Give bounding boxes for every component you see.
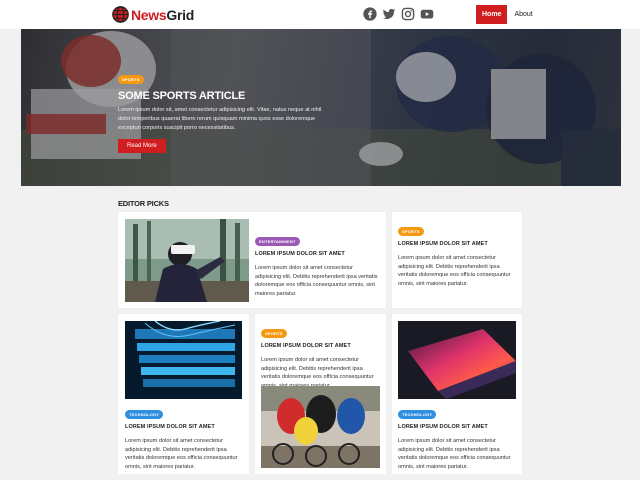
- article-card[interactable]: SPORTS LOREM IPSUM DOLOR SIT AMET Lorem …: [255, 314, 386, 474]
- section-title: EDITOR PICKS: [118, 199, 169, 208]
- article-card[interactable]: SPORTS LOREM IPSUM DOLOR SIT AMET Lorem …: [392, 212, 522, 308]
- article-image: [261, 386, 380, 468]
- card-title[interactable]: LOREM IPSUM DOLOR SIT AMET: [255, 251, 380, 257]
- category-badge[interactable]: ENTERTAINMENT: [255, 237, 300, 246]
- article-image: [125, 219, 249, 302]
- instagram-icon[interactable]: [401, 7, 415, 21]
- category-badge[interactable]: TECHNOLOGY: [398, 410, 437, 419]
- card-excerpt: Lorem ipsum dolor sit amet consectetur a…: [398, 255, 511, 288]
- nav-about-link[interactable]: About: [514, 11, 532, 18]
- article-image: [125, 321, 242, 399]
- category-badge[interactable]: SPORTS: [261, 329, 287, 338]
- brand-name-part2: Grid: [166, 6, 194, 23]
- card-excerpt: Lorem ipsum dolor sit amet consectetur a…: [398, 438, 511, 471]
- article-card[interactable]: TECHNOLOGY LOREM IPSUM DOLOR SIT AMET Lo…: [392, 314, 522, 474]
- nav-home-link[interactable]: Home: [476, 5, 508, 24]
- brand-logo[interactable]: NewsGrid: [112, 5, 194, 24]
- navbar: NewsGrid Home About: [0, 0, 640, 29]
- brand-name: NewsGrid: [131, 7, 194, 23]
- article-card[interactable]: TECHNOLOGY LOREM IPSUM DOLOR SIT AMET Lo…: [118, 314, 249, 474]
- card-excerpt: Lorem ipsum dolor sit amet consectetur a…: [125, 438, 238, 471]
- card-title[interactable]: LOREM IPSUM DOLOR SIT AMET: [261, 343, 381, 349]
- youtube-icon[interactable]: [420, 7, 434, 21]
- article-image: [398, 321, 516, 399]
- hero-content: SPORTS SOME SPORTS ARTICLE Lorem ipsum d…: [118, 68, 328, 153]
- brand-name-part1: News: [131, 6, 167, 23]
- hero-title: SOME SPORTS ARTICLE: [118, 90, 246, 102]
- card-excerpt: Lorem ipsum dolor sit amet consectetur a…: [255, 265, 378, 298]
- card-title[interactable]: LOREM IPSUM DOLOR SIT AMET: [398, 424, 518, 430]
- hero-banner: SPORTS SOME SPORTS ARTICLE Lorem ipsum d…: [21, 29, 621, 186]
- category-badge[interactable]: SPORTS: [398, 227, 424, 236]
- social-links: [363, 7, 434, 21]
- hero-excerpt: Lorem ipsum dolor sit, amet consectetur …: [118, 107, 322, 131]
- article-card-featured[interactable]: ENTERTAINMENT LOREM IPSUM DOLOR SIT AMET…: [118, 212, 386, 308]
- globe-icon: [112, 6, 129, 23]
- twitter-icon[interactable]: [382, 7, 396, 21]
- nav-links: Home About: [476, 5, 533, 24]
- read-more-button[interactable]: Read More: [118, 139, 166, 153]
- card-title[interactable]: LOREM IPSUM DOLOR SIT AMET: [125, 424, 243, 430]
- category-badge[interactable]: TECHNOLOGY: [125, 410, 164, 419]
- card-title[interactable]: LOREM IPSUM DOLOR SIT AMET: [398, 241, 518, 247]
- category-badge[interactable]: SPORTS: [118, 75, 144, 84]
- facebook-icon[interactable]: [363, 7, 377, 21]
